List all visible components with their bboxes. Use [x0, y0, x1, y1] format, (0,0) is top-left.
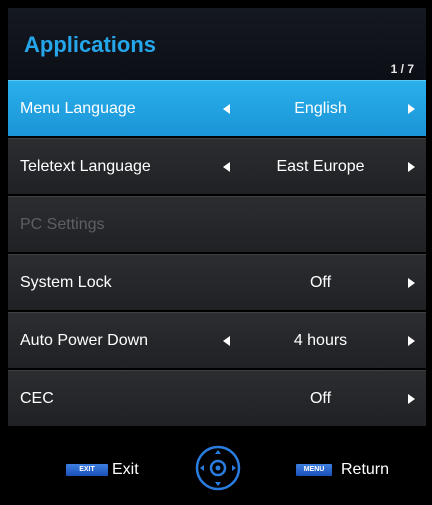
- exit-key-icon[interactable]: EXIT: [66, 464, 108, 476]
- menu-item-value: East Europe: [276, 158, 365, 175]
- menu-footer: EXIT Exit MENU Return: [8, 430, 426, 500]
- menu-item-label: System Lock: [20, 274, 112, 291]
- arrow-right-icon[interactable]: [408, 162, 415, 172]
- menu-item-system-lock[interactable]: System Lock Off: [8, 254, 426, 310]
- menu-item-teletext-language[interactable]: Teletext Language East Europe: [8, 138, 426, 194]
- menu-item-label: Teletext Language: [20, 158, 151, 175]
- menu-item-menu-language[interactable]: Menu Language English: [8, 80, 426, 136]
- arrow-right-icon[interactable]: [408, 394, 415, 404]
- page-indicator: 1 / 7: [390, 62, 414, 76]
- tv-menu-screen: Applications 1 / 7 Menu Language English…: [0, 0, 432, 505]
- menu-key-icon[interactable]: MENU: [296, 464, 332, 476]
- menu-item-cec[interactable]: CEC Off: [8, 370, 426, 426]
- menu-item-label: Menu Language: [20, 100, 136, 117]
- menu-item-label: PC Settings: [20, 216, 105, 233]
- menu-item-label: CEC: [20, 390, 54, 407]
- menu-item-value: English: [294, 100, 347, 117]
- arrow-left-icon[interactable]: [223, 162, 230, 172]
- menu-item-value: 4 hours: [293, 332, 348, 349]
- menu-item-label: Auto Power Down: [20, 332, 149, 349]
- arrow-left-icon[interactable]: [223, 104, 230, 114]
- page-title: Applications: [24, 32, 157, 57]
- arrow-right-icon[interactable]: [408, 278, 415, 288]
- menu-item-value: Off: [309, 390, 332, 407]
- arrow-left-icon[interactable]: [223, 336, 230, 346]
- navigation-pad-icon: [195, 445, 241, 491]
- return-label[interactable]: Return: [341, 461, 389, 479]
- settings-menu: Menu Language English Teletext Language …: [8, 80, 426, 428]
- arrow-right-icon[interactable]: [408, 104, 415, 114]
- exit-label[interactable]: Exit: [112, 461, 139, 479]
- menu-item-auto-power-down[interactable]: Auto Power Down 4 hours: [8, 312, 426, 368]
- menu-item-value: Off: [309, 274, 332, 291]
- menu-header: Applications 1 / 7: [8, 8, 426, 80]
- arrow-right-icon[interactable]: [408, 336, 415, 346]
- menu-item-pc-settings: PC Settings: [8, 196, 426, 252]
